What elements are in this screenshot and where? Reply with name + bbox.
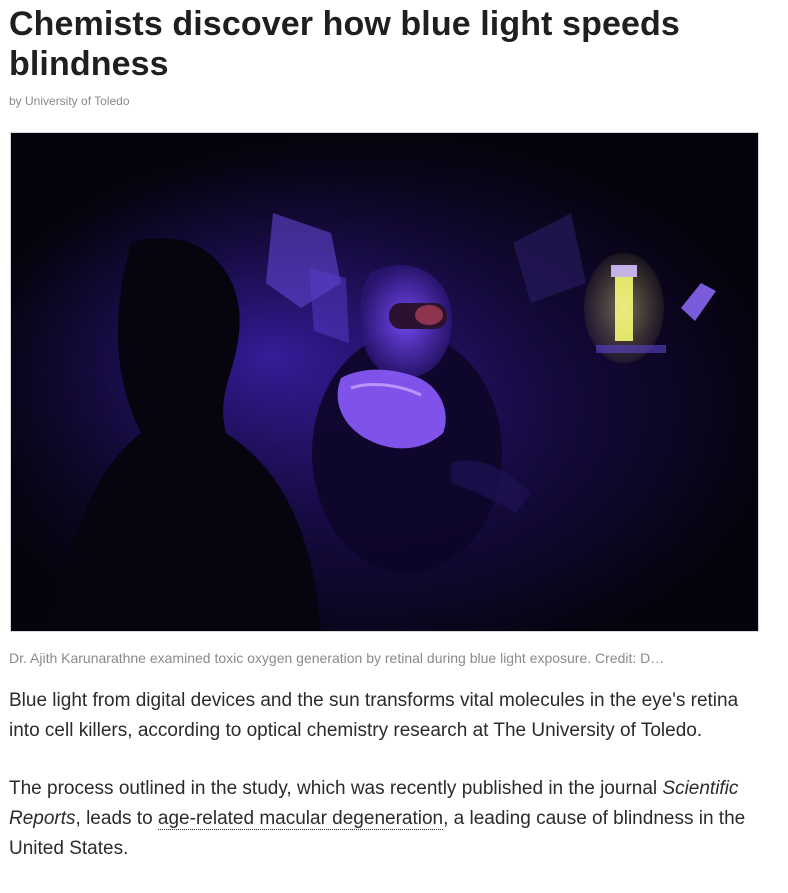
article-photo[interactable] [10,132,759,632]
article-byline: by University of Toledo [9,94,130,108]
article: Chemists discover how blue light speeds … [9,0,769,859]
paragraph-2-text-before: The process outlined in the study, which… [9,778,663,799]
paragraph-2-text-middle: , leads to [75,808,158,829]
photo-caption: Dr. Ajith Karunarathne examined toxic ox… [9,650,665,666]
article-body: Blue light from digital devices and the … [9,686,761,892]
article-headline: Chemists discover how blue light speeds … [9,5,680,83]
macular-degeneration-link[interactable]: age-related macular degeneration [157,808,444,830]
lab-photo-illustration [11,133,758,631]
article-paragraph-1: Blue light from digital devices and the … [9,690,739,741]
article-paragraph-2: The process outlined in the study, which… [9,774,761,864]
